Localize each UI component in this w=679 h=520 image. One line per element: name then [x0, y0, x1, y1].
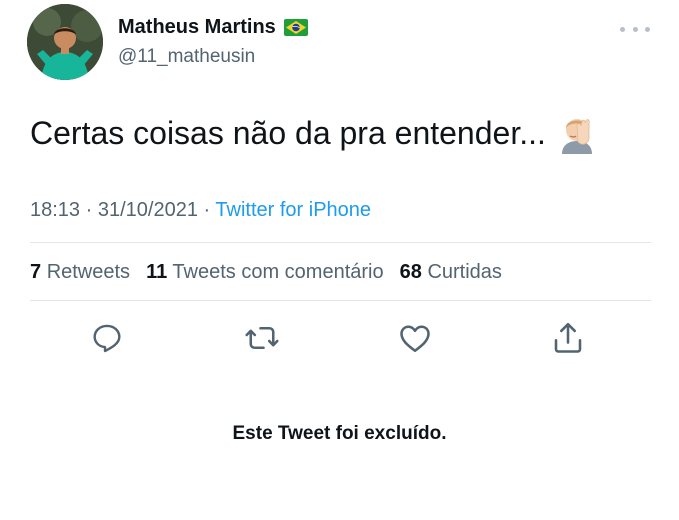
meta-separator: · [85, 199, 93, 221]
retweets-label: Retweets [46, 261, 131, 283]
tweet-actions [0, 318, 679, 358]
tweet-date[interactable]: 31/10/2021 [98, 199, 198, 221]
tweet-text-row: Certas coisas não da pra entender... [30, 112, 598, 154]
tweet-stats: 7 Retweets 11 Tweets com comentário 68 C… [30, 261, 502, 284]
tweet-text: Certas coisas não da pra entender... [30, 114, 546, 151]
share-button[interactable] [548, 318, 588, 358]
reply-button[interactable] [87, 318, 127, 358]
author-handle[interactable]: @11_matheusin [118, 46, 255, 68]
tweet-meta: 18:13 · 31/10/2021 · Twitter for iPhone [30, 199, 371, 222]
like-icon [400, 325, 430, 353]
quote-tweets-stat[interactable]: 11 Tweets com comentário [146, 261, 384, 284]
author-name-row[interactable]: Matheus Martins [118, 16, 308, 39]
retweets-count: 7 [30, 261, 42, 283]
reply-icon [93, 324, 121, 353]
share-icon [554, 322, 582, 353]
face-palm-emoji [556, 112, 598, 154]
likes-label: Curtidas [427, 261, 502, 283]
retweet-icon [245, 326, 279, 350]
author-name[interactable]: Matheus Martins [118, 16, 276, 39]
tweet-source-link[interactable]: Twitter for iPhone [215, 199, 371, 221]
retweet-button[interactable] [242, 318, 282, 358]
quote-tweets-count: 11 [146, 261, 168, 283]
more-options-icon[interactable] [620, 22, 650, 36]
brazil-flag-icon [283, 19, 308, 36]
profile-photo [27, 4, 103, 80]
tweet-time[interactable]: 18:13 [30, 199, 80, 221]
likes-count: 68 [399, 261, 422, 283]
meta-separator: · [203, 199, 211, 221]
likes-stat[interactable]: 68 Curtidas [400, 261, 502, 284]
divider [30, 300, 651, 301]
retweets-stat[interactable]: 7 Retweets [30, 261, 130, 284]
like-button[interactable] [395, 318, 435, 358]
divider [30, 242, 651, 243]
quote-tweets-label: Tweets com comentário [172, 261, 384, 283]
avatar[interactable] [27, 4, 103, 80]
deleted-tweet-notice: Este Tweet foi excluído. [232, 423, 447, 444]
